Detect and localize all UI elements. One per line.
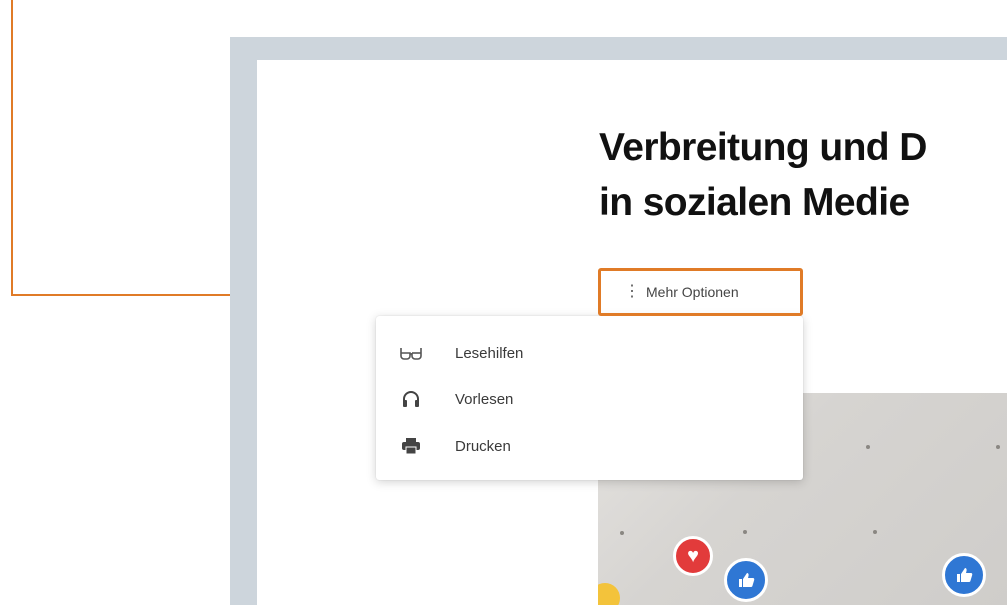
wall-dot (873, 530, 877, 534)
thumbs-up-icon (942, 553, 986, 597)
wall-dot (620, 531, 624, 535)
menu-item-label: Drucken (455, 437, 511, 455)
glasses-icon (400, 342, 422, 364)
heart-reaction-icon: ♥ (673, 536, 713, 576)
menu-item-vorlesen[interactable]: Vorlesen (376, 377, 803, 421)
more-options-menu: Lesehilfen Vorlesen Drucken (376, 316, 803, 480)
highlight-box (598, 268, 803, 316)
menu-item-drucken[interactable]: Drucken (376, 424, 803, 468)
headline-line-1: Verbreitung und D (599, 126, 927, 169)
menu-item-lesehilfen[interactable]: Lesehilfen (376, 331, 803, 375)
article-headline: Verbreitung und D in sozialen Medie (599, 120, 1007, 230)
callout-line-vertical (11, 0, 13, 296)
headline-line-2: in sozialen Medie (599, 181, 910, 224)
menu-item-label: Vorlesen (455, 390, 514, 408)
headphones-icon (400, 388, 422, 410)
printer-icon (400, 435, 422, 457)
thumbs-up-icon (724, 558, 768, 602)
wall-dot (743, 530, 747, 534)
emoji-reaction-icon (598, 583, 620, 605)
wall-dot (996, 445, 1000, 449)
wall-dot (866, 445, 870, 449)
menu-item-label: Lesehilfen (455, 344, 524, 362)
